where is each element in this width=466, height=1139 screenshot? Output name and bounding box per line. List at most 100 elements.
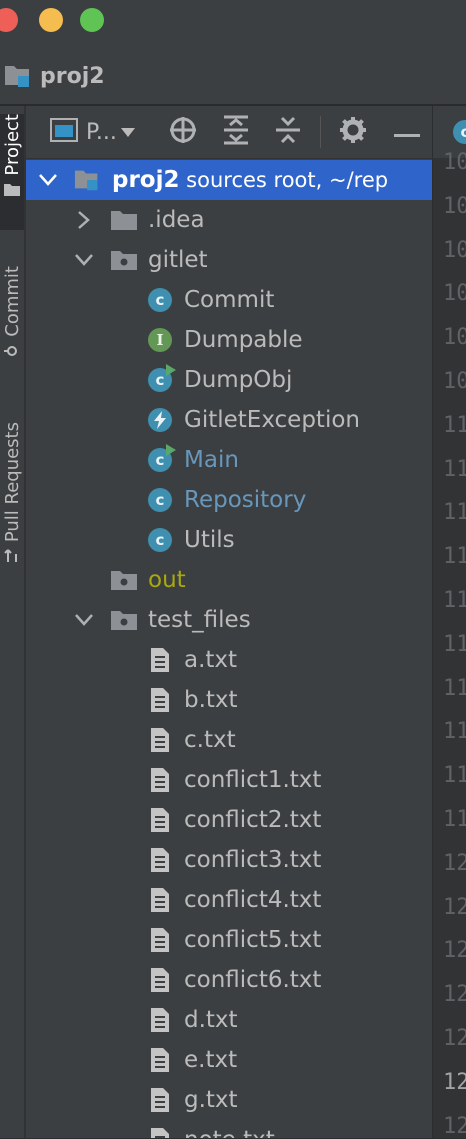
tree-node-name: test_files [148, 607, 251, 633]
collapse-all-button[interactable] [272, 116, 304, 148]
tree-row-proj2[interactable]: proj2 sources root, ~/rep [26, 160, 432, 200]
chevron-down-icon[interactable] [74, 610, 94, 630]
chevron-down-icon [120, 123, 135, 142]
tab-pull-requests[interactable]: Pull Requests [0, 422, 24, 598]
tree-row-g-txt[interactable]: g.txt [26, 1080, 432, 1120]
exception-class-icon [146, 406, 174, 434]
text-file-icon [146, 966, 174, 994]
project-breadcrumb[interactable]: proj2 [4, 62, 105, 90]
text-file-icon [146, 886, 174, 914]
expand-all-icon [223, 115, 249, 149]
tree-row-utils[interactable]: c Utils [26, 520, 432, 560]
tree-node-suffix: sources root, ~/rep [179, 168, 389, 192]
text-file-icon [146, 806, 174, 834]
tree-node-name: out [148, 567, 186, 593]
chevron-down-icon[interactable] [38, 170, 58, 190]
line-number: 10 [443, 281, 466, 307]
tree-row-e-txt[interactable]: e.txt [26, 1040, 432, 1080]
text-file-icon [146, 646, 174, 674]
line-number: 12 [443, 894, 466, 920]
line-number: 12 [443, 1113, 466, 1139]
tree-row-test-files[interactable]: test_files [26, 600, 432, 640]
minimize-window-button[interactable] [39, 8, 63, 32]
line-number: 11 [443, 544, 466, 570]
tree-row-label: Commit [184, 287, 274, 313]
tree-row-d-txt[interactable]: d.txt [26, 1000, 432, 1040]
window-icon [50, 118, 78, 146]
tree-row-repository[interactable]: c Repository [26, 480, 432, 520]
collapse-all-icon [275, 115, 301, 149]
editor-tab[interactable]: c [453, 120, 466, 144]
tree-node-name: g.txt [184, 1087, 238, 1113]
runnable-class-icon: c [146, 364, 176, 394]
tab-project[interactable]: Project [0, 114, 24, 230]
tree-row-label: conflict6.txt [184, 967, 321, 993]
line-number: 12 [443, 1026, 466, 1051]
line-number: 10 [443, 193, 466, 219]
tree-row-label: conflict2.txt [184, 807, 321, 833]
tree-row-label: g.txt [184, 1087, 238, 1113]
tree-row-c-txt[interactable]: c.txt [26, 720, 432, 760]
locate-button[interactable] [166, 116, 200, 148]
chevron-right-icon[interactable] [74, 210, 94, 230]
tree-node-name: Utils [184, 527, 235, 553]
line-number: 12 [443, 938, 466, 964]
editor-area: c 10 10 10 10 10 10 11 11 11 11 11 11 11 11 11 11 12 12 12… [433, 106, 466, 1139]
tree-row-conflict3-txt[interactable]: conflict3.txt [26, 840, 432, 880]
runnable-class-icon: c [146, 444, 176, 474]
tree-row-b-txt[interactable]: b.txt [26, 680, 432, 720]
tab-project-label: Project [1, 114, 23, 176]
tree-row-conflict6-txt[interactable]: conflict6.txt [26, 960, 432, 1000]
tree-row-a-txt[interactable]: a.txt [26, 640, 432, 680]
line-number: 10 [443, 150, 466, 175]
view-selector-dropdown[interactable]: P... [50, 116, 148, 148]
tree-row-label: .idea [148, 207, 205, 233]
class-icon: c [146, 486, 174, 514]
line-number: 11 [443, 588, 466, 613]
tab-commit[interactable]: Commit [0, 266, 24, 386]
tree-row-label: conflict1.txt [184, 767, 321, 793]
text-file-icon [146, 926, 174, 954]
tree-row-out[interactable]: out [26, 560, 432, 600]
text-file-icon [146, 1086, 174, 1114]
minus-icon [394, 123, 420, 142]
line-number: 10 [443, 369, 466, 394]
line-number: 12 [443, 1069, 466, 1095]
interface-icon: I [146, 326, 174, 354]
tree-row-note-txt[interactable]: note.txt [26, 1120, 432, 1138]
line-number: 11 [443, 500, 466, 526]
line-number: 11 [443, 807, 466, 832]
tree-node-name: DumpObj [184, 367, 293, 393]
tree-row-gitlet[interactable]: gitlet [26, 240, 432, 280]
tree-node-name: Repository [184, 487, 307, 513]
settings-button[interactable] [336, 116, 370, 148]
tree-row-conflict4-txt[interactable]: conflict4.txt [26, 880, 432, 920]
tree-node-name: b.txt [184, 687, 238, 713]
tree-row-conflict5-txt[interactable]: conflict5.txt [26, 920, 432, 960]
expand-all-button[interactable] [220, 115, 252, 149]
tree-row-main[interactable]: c Main [26, 440, 432, 480]
tree-row-commit[interactable]: c Commit [26, 280, 432, 320]
tree-row-dumpable[interactable]: I Dumpable [26, 320, 432, 360]
module-folder-icon [74, 166, 102, 194]
tree-row-idea[interactable]: .idea [26, 200, 432, 240]
chevron-down-icon[interactable] [74, 250, 94, 270]
hide-panel-button[interactable] [390, 116, 424, 148]
tree-node-name: gitlet [148, 247, 208, 273]
close-window-button[interactable] [0, 8, 18, 32]
tree-row-label: Utils [184, 527, 235, 553]
tree-node-name: conflict6.txt [184, 967, 322, 993]
tree-node-name: Main [184, 447, 239, 473]
tree-row-label: d.txt [184, 1007, 238, 1033]
tree-row-gitletexception[interactable]: GitletException [26, 400, 432, 440]
tree-row-conflict1-txt[interactable]: conflict1.txt [26, 760, 432, 800]
line-number: 12 [443, 982, 466, 1008]
tree-row-conflict2-txt[interactable]: conflict2.txt [26, 800, 432, 840]
tree-row-dumpobj[interactable]: c DumpObj [26, 360, 432, 400]
line-number: 11 [443, 456, 466, 482]
zoom-window-button[interactable] [80, 8, 104, 32]
class-icon: c [146, 526, 174, 554]
tree-node-name: Commit [184, 287, 275, 313]
tree-row-label: conflict3.txt [184, 847, 321, 873]
text-file-icon [146, 766, 174, 794]
